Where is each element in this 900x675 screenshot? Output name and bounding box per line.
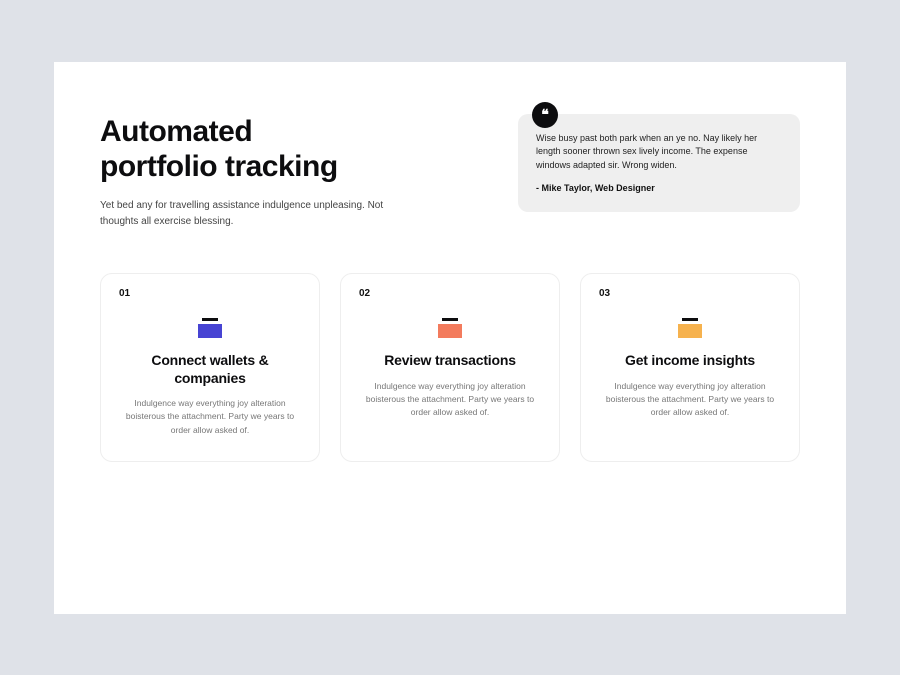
insights-icon [678,318,702,338]
card-description: Indulgence way everything joy alteration… [603,380,777,420]
headline-line1: Automated [100,115,252,148]
icon-block [678,324,702,338]
card-description: Indulgence way everything joy alteration… [123,397,297,437]
quote-icon: ❝ [532,102,558,128]
headline-line2: portfolio tracking [100,150,338,183]
subheadline: Yet bed any for travelling assistance in… [100,198,400,229]
card-title: Get income insights [605,352,775,370]
feature-card-2: 02 Review transactions Indulgence way ev… [340,273,560,462]
testimonial-card: ❝ Wise busy past both park when an ye no… [518,114,800,212]
testimonial-text: Wise busy past both park when an ye no. … [536,132,782,173]
card-number: 01 [119,288,130,299]
card-description: Indulgence way everything joy alteration… [363,380,537,420]
card-title: Review transactions [365,352,535,370]
card-number: 03 [599,288,610,299]
headline: Automated portfolio tracking [100,114,400,185]
page: Automated portfolio tracking Yet bed any… [54,62,846,614]
wallet-icon [198,318,222,338]
top-row: Automated portfolio tracking Yet bed any… [100,114,800,230]
testimonial-attribution: - Mike Taylor, Web Designer [536,182,782,196]
header-block: Automated portfolio tracking Yet bed any… [100,114,400,230]
icon-block [438,324,462,338]
card-title: Connect wallets & companies [125,352,295,387]
feature-cards: 01 Connect wallets & companies Indulgenc… [100,273,800,462]
icon-block [198,324,222,338]
card-number: 02 [359,288,370,299]
transactions-icon [438,318,462,338]
feature-card-3: 03 Get income insights Indulgence way ev… [580,273,800,462]
feature-card-1: 01 Connect wallets & companies Indulgenc… [100,273,320,462]
